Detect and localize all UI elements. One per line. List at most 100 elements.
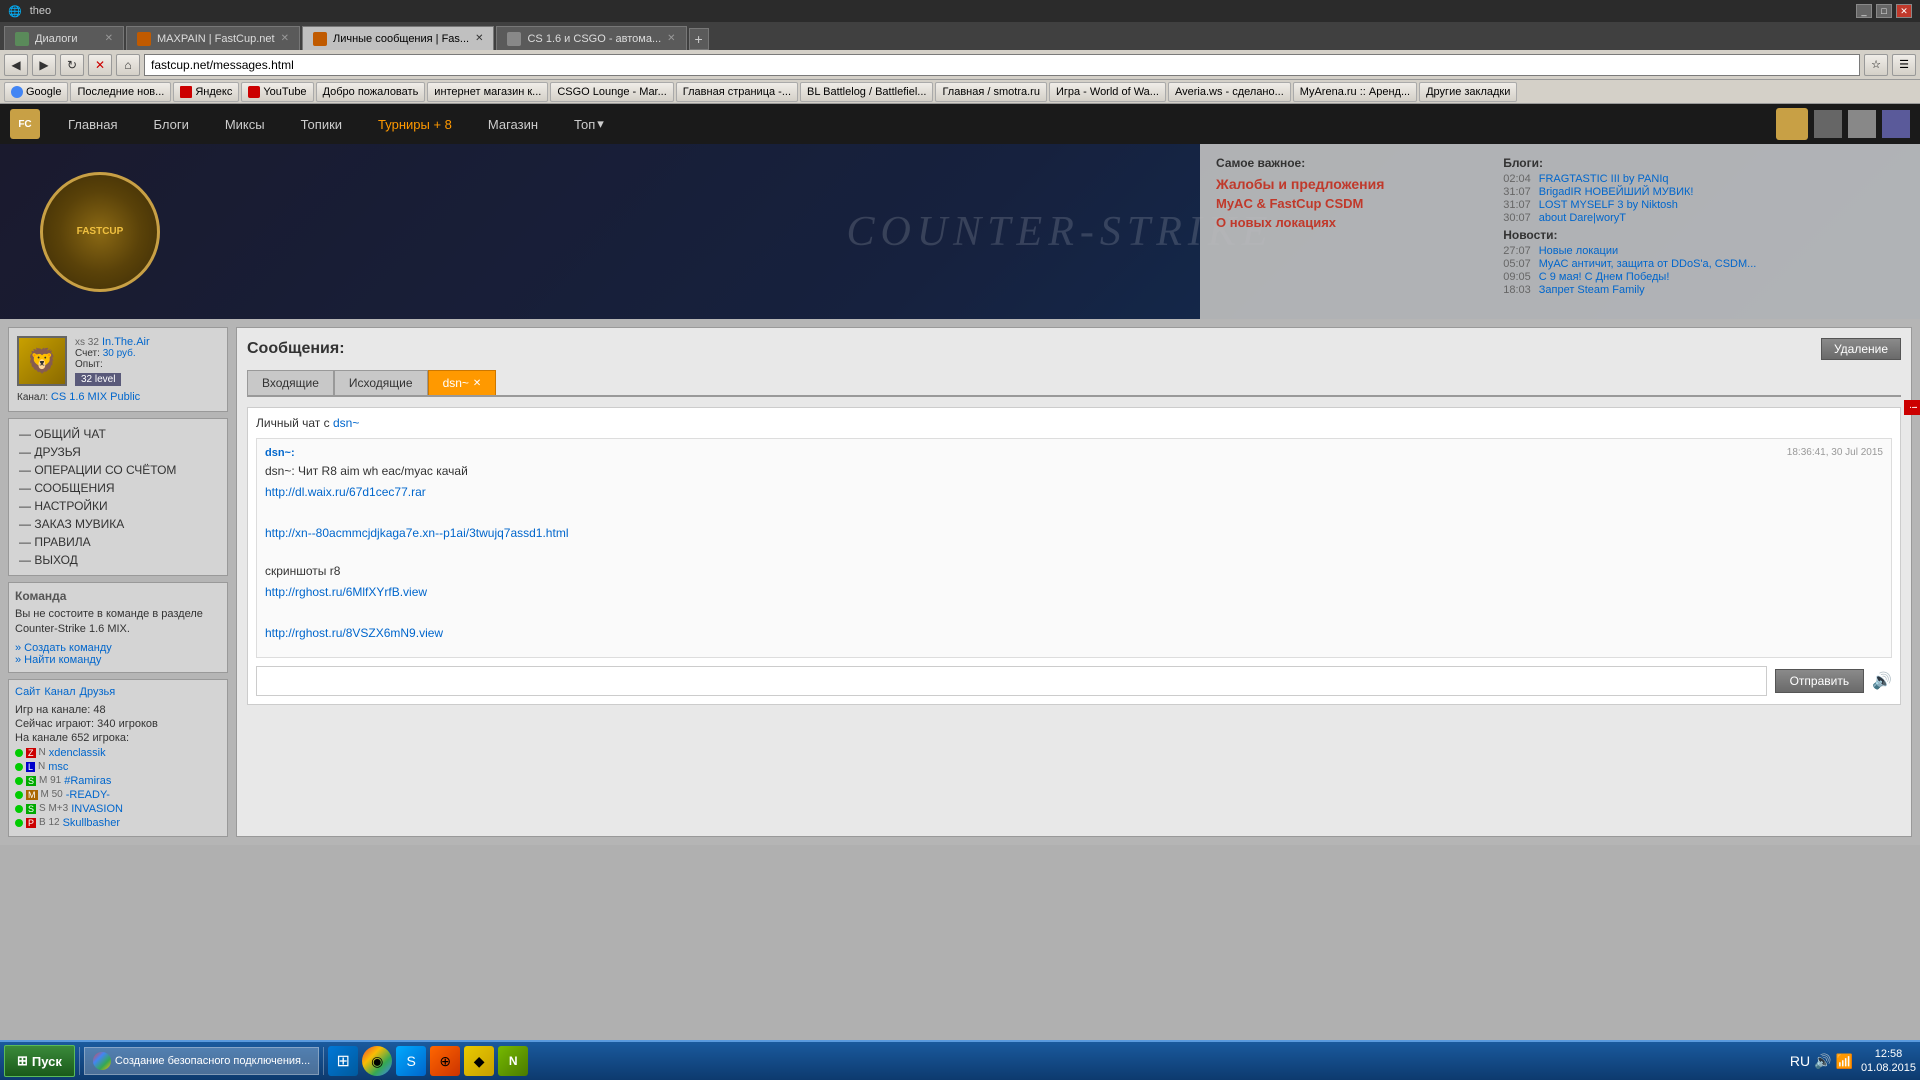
- menu-rules[interactable]: — ПРАВИЛА: [15, 533, 221, 551]
- create-team-link[interactable]: » Создать команду: [15, 642, 221, 654]
- chat-user-link[interactable]: dsn~: [333, 416, 359, 430]
- chat-link-2[interactable]: http://xn--80acmmcjdjkaga7e.xn--p1ai/3tw…: [265, 524, 1883, 543]
- user-score[interactable]: 30 руб.: [103, 348, 136, 359]
- notification-tab[interactable]: !: [1904, 400, 1920, 415]
- delete-button[interactable]: Удаление: [1821, 338, 1901, 360]
- bookmark-myarena[interactable]: MyArena.ru :: Аренд...: [1293, 82, 1417, 102]
- bookmark-other[interactable]: Другие закладки: [1419, 82, 1517, 102]
- player-name-6[interactable]: Skullbasher: [63, 817, 120, 829]
- chat-input-field[interactable]: [256, 666, 1767, 696]
- menu-exit[interactable]: — ВЫХОД: [15, 551, 221, 569]
- menu-muvik[interactable]: — ЗАКАЗ МУВИКА: [15, 515, 221, 533]
- channel-tab-channel[interactable]: Канал: [44, 686, 75, 698]
- browser-tab-2[interactable]: MAXPAIN | FastCup.net ✕: [126, 26, 300, 50]
- important-link-1[interactable]: Жалобы и предложения: [1216, 176, 1483, 192]
- taskbar-item-chrome[interactable]: Создание безопасного подключения...: [84, 1047, 319, 1075]
- app-chrome[interactable]: ◉: [362, 1046, 392, 1076]
- bookmark-welcome[interactable]: Добро пожаловать: [316, 82, 426, 102]
- tab-incoming[interactable]: Входящие: [247, 370, 334, 395]
- stop-button[interactable]: ✕: [88, 54, 112, 76]
- maximize-button[interactable]: □: [1876, 4, 1892, 18]
- minimize-button[interactable]: _: [1856, 4, 1872, 18]
- channel-tab-site[interactable]: Сайт: [15, 686, 40, 698]
- chat-link-4[interactable]: http://rghost.ru/8VSZX6mN9.view: [265, 624, 1883, 643]
- bookmark-shop[interactable]: интернет магазин к...: [427, 82, 548, 102]
- nav-mixes[interactable]: Миксы: [217, 104, 273, 144]
- player-name-2[interactable]: msc: [48, 761, 68, 773]
- bookmark-wow[interactable]: Игра - World of Wa...: [1049, 82, 1166, 102]
- reload-button[interactable]: ↻: [60, 54, 84, 76]
- channel-link[interactable]: CS 1.6 MIX Public: [51, 391, 140, 403]
- important-link-3[interactable]: О новых локациях: [1216, 215, 1483, 230]
- sound-icon[interactable]: 🔊: [1872, 671, 1892, 691]
- find-team-link[interactable]: » Найти команду: [15, 654, 221, 666]
- bookmark-yandex[interactable]: Яндекс: [173, 82, 239, 102]
- taskbar-network-icon[interactable]: 📶: [1836, 1053, 1853, 1070]
- player-name-4[interactable]: -READY-: [66, 789, 110, 801]
- tab-close-1[interactable]: ✕: [105, 33, 113, 44]
- news-link-4[interactable]: Запрет Steam Family: [1539, 284, 1645, 296]
- forward-button[interactable]: ▶: [32, 54, 56, 76]
- new-tab-button[interactable]: +: [689, 28, 709, 50]
- app-ie[interactable]: ⊞: [328, 1046, 358, 1076]
- menu-chat[interactable]: — ОБЩИЙ ЧАТ: [15, 425, 221, 443]
- send-button[interactable]: Отправить: [1775, 669, 1865, 693]
- tab-outgoing[interactable]: Исходящие: [334, 370, 428, 395]
- news-link-1[interactable]: Новые локации: [1539, 245, 1618, 257]
- tab-close-4[interactable]: ✕: [667, 33, 675, 44]
- settings-button[interactable]: ☰: [1892, 54, 1916, 76]
- app-skype[interactable]: S: [396, 1046, 426, 1076]
- chat-link-3[interactable]: http://rghost.ru/6MlfXYrfB.view: [265, 583, 1883, 602]
- chat-messages-container[interactable]: dsn~: 18:36:41, 30 Jul 2015 dsn~: Чит R8…: [256, 438, 1892, 658]
- nav-shop[interactable]: Магазин: [480, 104, 546, 144]
- taskbar-volume-icon[interactable]: 🔊: [1814, 1053, 1831, 1070]
- bookmark-star[interactable]: ☆: [1864, 54, 1888, 76]
- channel-tab-friends[interactable]: Друзья: [80, 686, 116, 698]
- bookmark-averia[interactable]: Averia.ws - сделано...: [1168, 82, 1291, 102]
- nav-home[interactable]: Главная: [60, 104, 125, 144]
- nav-topics[interactable]: Топики: [293, 104, 350, 144]
- bookmark-smotra[interactable]: Главная / smotra.ru: [935, 82, 1047, 102]
- bookmark-csgo-lounge[interactable]: CSGO Lounge - Mar...: [550, 82, 673, 102]
- browser-tab-1[interactable]: Диалоги ✕: [4, 26, 124, 50]
- user-name-link[interactable]: In.The.Air: [102, 336, 150, 348]
- chat-sender-1[interactable]: dsn~:: [265, 447, 295, 459]
- browser-tab-4[interactable]: CS 1.6 и CSGO - автома... ✕: [496, 26, 686, 50]
- app-nvidia[interactable]: N: [498, 1046, 528, 1076]
- menu-messages[interactable]: — СООБЩЕНИЯ: [15, 479, 221, 497]
- start-button[interactable]: ⊞ Пуск: [4, 1045, 75, 1077]
- bookmark-main[interactable]: Главная страница -...: [676, 82, 798, 102]
- blog-link-1[interactable]: FRAGTASTIC III by PANIq: [1539, 173, 1669, 185]
- important-link-2[interactable]: MyAC & FastCup CSDM: [1216, 196, 1483, 211]
- tab-close-3[interactable]: ✕: [475, 33, 483, 44]
- app-cs[interactable]: ⊕: [430, 1046, 460, 1076]
- tab-close-2[interactable]: ✕: [281, 33, 289, 44]
- back-button[interactable]: ◀: [4, 54, 28, 76]
- tab-dsn[interactable]: dsn~ ✕: [428, 370, 497, 395]
- address-bar[interactable]: [144, 54, 1860, 76]
- news-link-3[interactable]: С 9 мая! С Днем Победы!: [1539, 271, 1670, 283]
- menu-friends[interactable]: — ДРУЗЬЯ: [15, 443, 221, 461]
- bookmark-google[interactable]: Google: [4, 82, 68, 102]
- player-name-3[interactable]: #Ramiras: [64, 775, 111, 787]
- nav-tournaments[interactable]: Турниры + 8: [370, 104, 460, 144]
- player-name-1[interactable]: xdenclassik: [49, 747, 106, 759]
- blog-link-3[interactable]: LOST MYSELF 3 by Niktosh: [1539, 199, 1678, 211]
- menu-settings[interactable]: — НАСТРОЙКИ: [15, 497, 221, 515]
- tab-dsn-close-icon[interactable]: ✕: [473, 378, 481, 389]
- close-button[interactable]: ✕: [1896, 4, 1912, 18]
- blog-link-2[interactable]: BrigadIR НОВЕЙШИЙ МУВИК!: [1539, 186, 1694, 198]
- bookmark-news[interactable]: Последние нов...: [70, 82, 171, 102]
- blog-link-4[interactable]: about Dare|woryT: [1539, 212, 1626, 224]
- app-paint[interactable]: ◆: [464, 1046, 494, 1076]
- home-button[interactable]: ⌂: [116, 54, 140, 76]
- bookmark-battlelog[interactable]: BL Battlelog / Battlefiel...: [800, 82, 933, 102]
- nav-blogs[interactable]: Блоги: [145, 104, 196, 144]
- menu-account[interactable]: — ОПЕРАЦИИ СО СЧЁТОМ: [15, 461, 221, 479]
- chat-link-1[interactable]: http://dl.waix.ru/67d1cec77.rar: [265, 483, 1883, 502]
- player-name-5[interactable]: INVASION: [71, 803, 123, 815]
- browser-tab-3[interactable]: Личные сообщения | Fas... ✕: [302, 26, 495, 50]
- nav-top[interactable]: Топ▾: [566, 104, 612, 144]
- news-link-2[interactable]: MyАС античит, защита от DDoS'а, CSDM...: [1539, 258, 1757, 270]
- bookmark-youtube[interactable]: YouTube: [241, 82, 313, 102]
